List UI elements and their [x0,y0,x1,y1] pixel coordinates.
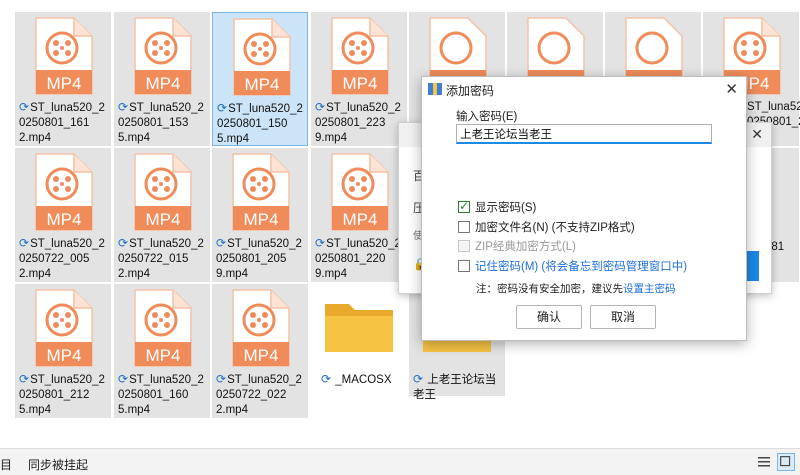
sync-icon: ⟳ [118,100,129,114]
mp4-file-icon: MP4 [331,153,389,231]
encrypt-filenames-checkbox[interactable]: 加密文件名(N) (不支持ZIP格式) [458,219,635,235]
mp4-file-icon: MP4 [35,153,93,231]
folder-tile[interactable]: ⟳ _MACOSX [311,284,407,396]
dialog-title: 添加密码 [446,84,495,98]
checkbox-checked-icon[interactable] [458,199,470,213]
mp4-file-icon: MP4 [232,153,290,231]
mp4-label: MP4 [47,74,82,93]
remember-password-label[interactable]: 记住密码(M) (将会备忘到密码管理窗口中) [475,258,687,274]
sync-icon: ⟳ [118,236,129,250]
file-tile[interactable]: MP4 ⟳ST_luna520_2 0250801_153 5.mp4 [114,12,210,146]
sync-icon: ⟳ [19,372,30,386]
password-label: 输入密码(E) [456,111,518,123]
sync-icon: ⟳ [216,372,227,386]
file-name: ⟳ST_luna520_2 0250801_161 2.mp4 [19,100,105,144]
sync-icon: ⟳ [19,236,30,250]
sync-icon: ⟳ [321,372,332,386]
note-text: 注：密码没有安全加密，建议先 [476,283,623,295]
sync-icon: ⟳ [19,100,30,114]
file-name: ⟳ST_luna520_2 0250801_153 5.mp4 [118,100,204,144]
close-icon[interactable]: ✕ [751,126,763,143]
file-tile[interactable]: MP4 ⟳ST_luna520_2 0250722_022 2.mp4 [212,284,308,418]
mp4-file-icon: MP4 [134,289,192,367]
details-view-icon[interactable] [755,453,773,471]
mp4-label: MP4 [343,74,378,93]
sync-icon: ⟳ [413,372,424,386]
sync-icon: ⟳ [315,236,326,250]
confirm-button[interactable]: 确认 [516,305,582,329]
encrypt-filenames-label: 加密文件名(N) (不支持ZIP格式) [475,222,635,234]
zip-classic-checkbox: ZIP经典加密方式(L) [458,238,576,254]
mp4-label: MP4 [343,210,378,229]
file-name: ⟳ST_luna520_2 0250722_022 2.mp4 [216,372,302,416]
file-name: ⟳ST_luna520_2 0250801_220 9.mp4 [315,236,401,280]
sync-icon: ⟳ [217,101,228,115]
file-tile[interactable]: MP4 ⟳ST_luna520_2 0250801_223 9.mp4 [311,12,407,146]
sync-icon: ⟳ [118,372,129,386]
mp4-label: MP4 [245,75,280,94]
show-password-label: 显示密码(S) [475,202,537,214]
mp4-label: MP4 [47,346,82,365]
mp4-file-icon: MP4 [35,289,93,367]
folder-name: ⟳ _MACOSX [321,372,392,386]
checkbox-disabled-icon [458,240,470,252]
checkbox-icon[interactable] [458,260,470,272]
file-name: ⟳ST_luna520_2 0250801_150 5.mp4 [217,101,303,145]
file-name: ⟳ST_luna520_2 0250801_223 9.mp4 [315,100,401,144]
status-text-left: 目 [0,458,13,472]
folder-icon [325,304,393,352]
file-tile[interactable]: MP4 ⟳ST_luna520_2 0250801_220 9.mp4 [311,148,407,282]
mp4-file-icon: MP4 [134,153,192,231]
tiles-view-icon[interactable] [777,453,795,471]
set-master-password-link[interactable]: 设置主密码 [623,283,676,295]
mp4-label: MP4 [146,74,181,93]
file-explorer: MP4 ⟳ST_luna520_2 0250801_161 2.mp4 MP4 ⟳S… [0,0,800,448]
file-tile[interactable]: MP4 ⟳ST_luna520_2 0250722_015 2.mp4 [114,148,210,282]
remember-password-checkbox[interactable]: 记住密码(M) (将会备忘到密码管理窗口中) [458,258,687,274]
file-name: ⟳ST_luna520_2 0250801_212 5.mp4 [19,372,105,416]
mp4-file-icon: MP4 [233,18,291,96]
mp4-file-icon: MP4 [331,17,389,95]
file-name: ⟳ST_luna520_2 0250722_015 2.mp4 [118,236,204,280]
checkbox-icon[interactable] [458,221,470,233]
show-password-checkbox[interactable]: 显示密码(S) [458,199,536,215]
file-tile[interactable]: MP4 ⟳ST_luna520_2 0250801_205 9.mp4 [212,148,308,282]
file-tile[interactable]: MP4 ⟳ST_luna520_2 0250801_160 5.mp4 [114,284,210,418]
file-name: ⟳ST_luna520_2 0250722_005 2.mp4 [19,236,105,280]
sync-status: 同步被挂起 [28,458,89,472]
mp4-file-icon: MP4 [35,17,93,95]
file-tile-selected[interactable]: MP4 ⟳ST_luna520_2 0250801_150 5.mp4 [212,12,308,146]
mp4-label: MP4 [146,210,181,229]
add-password-dialog: 添加密码 ✕ 输入密码(E) 显示密码(S) 加密文件名(N) (不支持ZIP格… [421,76,747,341]
close-icon[interactable]: ✕ [725,80,738,98]
sync-icon: ⟳ [315,100,326,114]
status-bar: 目 同步被挂起 [0,448,800,475]
folder-name: ⟳ 上老王论坛当老王 [413,372,497,401]
security-note: 注：密码没有安全加密，建议先设置主密码 [476,281,676,296]
file-tile[interactable]: MP4 ⟳ST_luna520_2 0250722_005 2.mp4 [15,148,111,282]
password-input[interactable] [456,124,712,144]
mp4-label: MP4 [47,210,82,229]
file-name: ⟳ST_luna520_2 0250801_205 9.mp4 [216,236,302,280]
archive-icon [428,83,442,95]
dialog-titlebar: 添加密码 ✕ [422,77,746,101]
sync-icon: ⟳ [216,236,227,250]
file-tile[interactable]: MP4 ⟳ST_luna520_2 0250801_161 2.mp4 [15,12,111,146]
mp4-label: MP4 [244,346,279,365]
file-tile[interactable]: MP4 ⟳ST_luna520_2 0250801_212 5.mp4 [15,284,111,418]
mp4-file-icon: MP4 [134,17,192,95]
mp4-label: MP4 [146,346,181,365]
mp4-file-icon: MP4 [232,289,290,367]
cancel-button[interactable]: 取消 [590,305,656,329]
file-name: ⟳ST_luna520_2 0250801_160 5.mp4 [118,372,204,416]
zip-classic-label: ZIP经典加密方式(L) [475,241,576,253]
mp4-label: MP4 [244,210,279,229]
